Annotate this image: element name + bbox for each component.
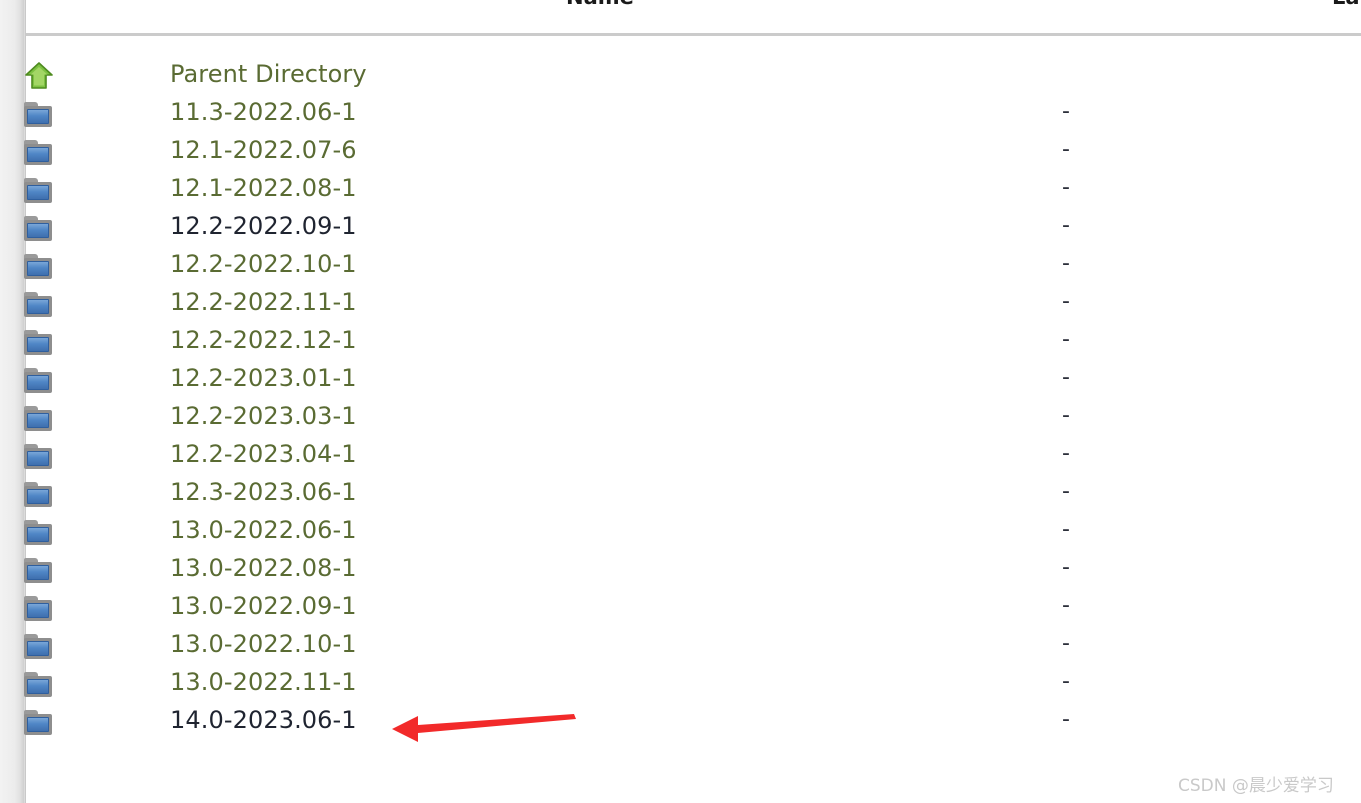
column-header-name[interactable]: Name [566,0,634,9]
listing-row-name-link[interactable]: 13.0-2022.11-1 [170,665,357,703]
listing-row[interactable]: 13.0-2022.09-1 - [0,589,1361,627]
folder-icon [24,289,56,319]
listing-row[interactable]: 14.0-2023.06-1 - [0,703,1361,741]
listing-row[interactable]: 12.3-2023.06-1 - [0,475,1361,513]
column-header-last-modified[interactable]: La [1332,0,1360,9]
listing-row[interactable]: 12.1-2022.08-1 - [0,171,1361,209]
listing-row[interactable]: 12.2-2022.10-1 - [0,247,1361,285]
listing-row-name-link[interactable]: 12.2-2023.04-1 [170,437,357,475]
listing-row-name-link[interactable]: 13.0-2022.06-1 [170,513,357,551]
listing-row-size: - [1062,517,1070,542]
folder-icon [24,175,56,205]
directory-listing: Parent Directory 11.3-2022.06-1-12.1-2022… [0,57,1361,741]
listing-row-name-link[interactable]: 12.2-2022.11-1 [170,285,357,323]
folder-icon [24,596,54,622]
listing-row[interactable]: 12.2-2023.01-1 - [0,361,1361,399]
folder-icon [24,631,56,661]
listing-row-size: - [1062,631,1070,656]
folder-icon [24,517,56,547]
folder-icon [24,213,56,243]
folder-icon [24,479,56,509]
folder-icon [24,707,56,737]
listing-row-size: - [1062,251,1070,276]
listing-row-name-link[interactable]: 12.2-2022.10-1 [170,247,357,285]
folder-icon [24,102,54,128]
folder-icon [24,327,56,357]
folder-icon [24,254,54,280]
listing-row[interactable]: 12.2-2022.12-1 - [0,323,1361,361]
listing-row[interactable]: Parent Directory [0,57,1361,95]
listing-row-size: - [1062,479,1070,504]
folder-icon [24,406,54,432]
folder-icon [24,368,54,394]
listing-row-size: - [1062,593,1070,618]
listing-row-name-link[interactable]: 11.3-2022.06-1 [170,95,357,133]
folder-icon [24,140,54,166]
listing-row[interactable]: 12.1-2022.07-6 - [0,133,1361,171]
listing-row[interactable]: 12.2-2022.09-1 - [0,209,1361,247]
folder-icon [24,441,56,471]
listing-row-size: - [1062,327,1070,352]
folder-icon [24,520,54,546]
listing-row-size: - [1062,669,1070,694]
folder-icon [24,292,54,318]
folder-icon [24,444,54,470]
listing-row-size: - [1062,137,1070,162]
listing-row-size: - [1062,707,1070,732]
folder-icon [24,403,56,433]
folder-icon [24,251,56,281]
listing-row[interactable]: 13.0-2022.08-1 - [0,551,1361,589]
listing-row[interactable]: 12.2-2023.04-1 - [0,437,1361,475]
folder-icon [24,99,56,129]
listing-row-name-link[interactable]: 14.0-2023.06-1 [170,703,357,741]
listing-row-size: - [1062,289,1070,314]
folder-icon [24,365,56,395]
csdn-watermark: CSDN @晨少爱学习 [1178,776,1334,796]
folder-icon [24,593,56,623]
listing-row[interactable]: 12.2-2022.11-1 - [0,285,1361,323]
folder-icon [24,555,56,585]
listing-row-size: - [1062,175,1070,200]
listing-row-name-link[interactable]: 12.3-2023.06-1 [170,475,357,513]
listing-row-name-link[interactable]: Parent Directory [170,57,367,95]
listing-row[interactable]: 12.2-2023.03-1 - [0,399,1361,437]
folder-icon [24,482,54,508]
folder-icon [24,634,54,660]
folder-icon [24,178,54,204]
listing-row-name-link[interactable]: 12.2-2022.09-1 [170,209,357,247]
listing-row-name-link[interactable]: 12.2-2023.01-1 [170,361,357,399]
folder-icon [24,558,54,584]
folder-icon [24,137,56,167]
listing-row[interactable]: 13.0-2022.10-1 - [0,627,1361,665]
listing-row-size: - [1062,403,1070,428]
listing-row-name-link[interactable]: 13.0-2022.08-1 [170,551,357,589]
header-divider-rule [26,33,1361,36]
up-arrow-icon [24,62,54,90]
folder-icon [24,672,54,698]
listing-row[interactable]: 11.3-2022.06-1 - [0,95,1361,133]
listing-row-name-link[interactable]: 12.1-2022.08-1 [170,171,357,209]
listing-row-name-link[interactable]: 13.0-2022.09-1 [170,589,357,627]
folder-icon [24,216,54,242]
listing-row-name-link[interactable]: 12.2-2022.12-1 [170,323,357,361]
listing-row[interactable]: 13.0-2022.06-1 - [0,513,1361,551]
listing-row-size: - [1062,441,1070,466]
listing-row-size: - [1062,213,1070,238]
listing-row-size: - [1062,555,1070,580]
listing-row[interactable]: 13.0-2022.11-1 - [0,665,1361,703]
listing-row-name-link[interactable]: 12.1-2022.07-6 [170,133,357,171]
folder-icon [24,669,56,699]
up-arrow-icon [24,61,56,91]
folder-icon [24,710,54,736]
listing-row-name-link[interactable]: 13.0-2022.10-1 [170,627,357,665]
listing-row-size: - [1062,99,1070,124]
listing-row-size: - [1062,365,1070,390]
folder-icon [24,330,54,356]
listing-row-name-link[interactable]: 12.2-2023.03-1 [170,399,357,437]
